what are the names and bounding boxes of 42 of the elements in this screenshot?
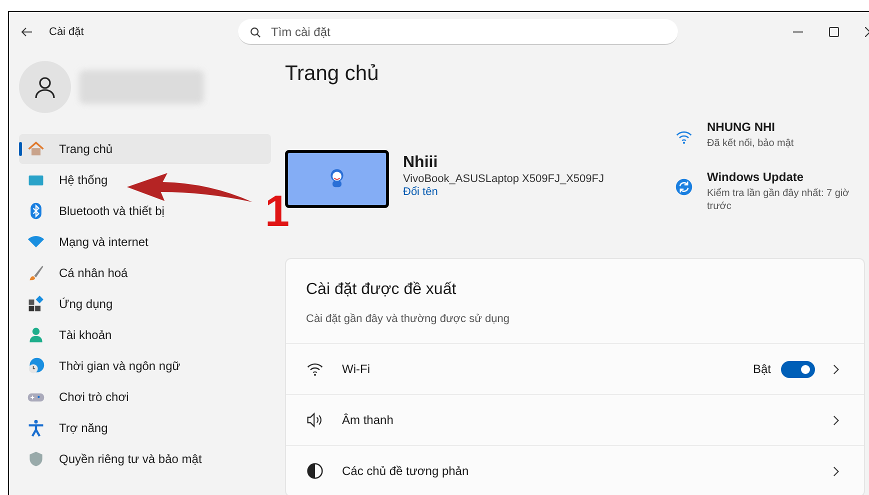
status-title: NHUNG NHI — [707, 120, 776, 134]
back-arrow-icon[interactable] — [21, 27, 33, 37]
chevron-right-icon — [833, 364, 840, 374]
setting-row[interactable]: Wi-Fi Bật — [286, 343, 864, 394]
accessibility-icon — [27, 419, 45, 437]
chevron-right-icon — [833, 466, 840, 476]
setting-row[interactable]: Các chủ đề tương phản — [286, 445, 864, 495]
sync-icon — [675, 178, 693, 196]
account-icon — [27, 326, 45, 344]
avatar — [19, 61, 71, 113]
status-detail: Đã kết nối, bảo mật — [707, 137, 794, 150]
wifi-toggle[interactable] — [781, 360, 815, 378]
setting-row[interactable]: Âm thanh — [286, 394, 864, 445]
page-title: Trang chủ — [285, 62, 380, 87]
maximize-icon[interactable] — [829, 27, 839, 37]
rename-link[interactable]: Đổi tên — [403, 186, 604, 198]
contrast-icon — [306, 462, 324, 480]
card-title: Cài đặt được đề xuất — [306, 281, 458, 299]
time-icon — [27, 357, 45, 375]
cartoon-character-drawing — [328, 168, 346, 190]
sidebar-item[interactable]: Trợ năng — [19, 413, 271, 443]
sidebar-item[interactable]: Chơi trò chơi — [19, 382, 271, 412]
speaker-icon — [306, 411, 324, 429]
sidebar-item[interactable]: Ứng dụng — [19, 289, 271, 319]
sidebar-item[interactable]: Cá nhân hoá — [19, 258, 271, 288]
device-model: VivoBook_ASUSLaptop X509FJ_X509FJ — [403, 173, 604, 185]
sidebar-item[interactable]: Thời gian và ngôn ngữ — [19, 351, 271, 381]
apps-icon — [27, 295, 45, 313]
chevron-right-icon — [833, 414, 840, 426]
device-name: Nhiii — [403, 154, 439, 172]
card-subtitle: Cài đặt gần đây và thường được sử dụng — [306, 313, 510, 325]
sidebar-item[interactable]: Trang chủ — [19, 134, 271, 164]
status-detail: Kiểm tra lần gần đây nhất: 7 giờ trước — [707, 187, 850, 213]
toggle-state-label: Bật — [752, 362, 771, 376]
sidebar-item[interactable]: Quyền riêng tư và bảo mật — [19, 444, 271, 474]
status-title: Windows Update — [707, 170, 805, 184]
window-title: Cài đặt — [49, 26, 84, 38]
sidebar-item[interactable]: Tài khoản — [19, 320, 271, 350]
search-field[interactable]: Tìm cài đặt — [238, 19, 678, 45]
privacy-icon — [27, 450, 45, 468]
home-icon — [27, 140, 45, 158]
brush-icon — [27, 264, 45, 282]
